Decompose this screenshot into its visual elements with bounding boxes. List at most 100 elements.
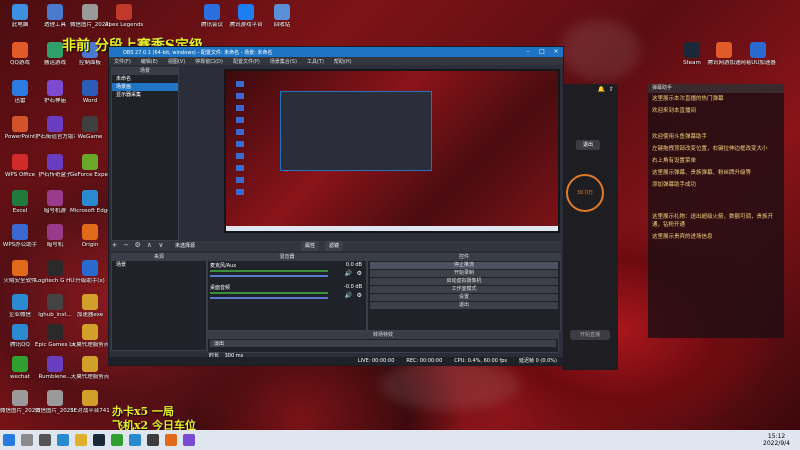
desktop-icon[interactable]: Rumblene... (35, 356, 75, 381)
desktop-icon[interactable]: 天翼代理服务点 (70, 356, 110, 381)
desktop-icon[interactable]: 微信图片_2022081... (0, 390, 40, 415)
desktop-icon[interactable]: 火绒安全软件 (0, 260, 40, 285)
menu-item[interactable]: 场景集合(S) (265, 58, 302, 65)
desktop-icon[interactable]: 迅雷 (0, 80, 40, 105)
danmaku-message: 左键拖拽顶部改变位置，右键拉伸边框改变大小 (652, 146, 768, 152)
start-icon[interactable] (3, 434, 15, 446)
transition-select[interactable]: 淡出 (210, 340, 556, 347)
move-up-icon[interactable]: ∧ (146, 242, 153, 249)
desktop-icon[interactable]: PowerPoint (0, 116, 40, 141)
desktop-icon[interactable]: 护石传奇盒子 (35, 154, 75, 179)
search-icon[interactable] (21, 434, 33, 446)
start-live-button[interactable]: 开始直播 (570, 330, 610, 340)
desktop-icon[interactable]: GeForce Experience (70, 154, 110, 179)
desktop-icon[interactable]: 网易UU加速器 (738, 42, 778, 67)
menu-item[interactable]: 文件(F) (109, 58, 136, 65)
desktop-icon[interactable]: 透理工具 (35, 4, 75, 29)
desktop-icon[interactable]: 此电脑 (0, 4, 40, 29)
app-icon (238, 4, 254, 20)
desktop-icon[interactable]: 护石街道官方版本 (35, 116, 75, 141)
qq-icon[interactable] (129, 434, 141, 446)
desktop-icon[interactable]: 腾讯QQ (0, 324, 40, 349)
desktop-icon[interactable]: WPS Office (0, 154, 40, 179)
menu-item[interactable]: 编辑(E) (136, 58, 163, 65)
desktop-icon-label: 腾讯游戏平台 (229, 22, 263, 28)
scene-item[interactable]: 场景画 (112, 83, 178, 91)
desktop-icon[interactable]: 企业微信 (0, 294, 40, 319)
properties-button[interactable]: 属性 (301, 241, 320, 251)
desktop-icon[interactable]: WPS办公助手 (0, 224, 40, 249)
desktop-icon[interactable]: 升级助手(x) (70, 260, 110, 285)
task-view-icon[interactable] (39, 434, 51, 446)
exit-button[interactable]: 退出 (576, 140, 600, 150)
app-icon[interactable] (183, 434, 195, 446)
remove-icon[interactable]: − (123, 242, 130, 249)
douyu-icon[interactable] (165, 434, 177, 446)
source-item[interactable]: 场景 (112, 261, 206, 269)
control-button[interactable]: 设置 (370, 294, 558, 301)
preview-canvas[interactable] (226, 71, 558, 231)
volume-slider[interactable] (210, 297, 328, 299)
clock[interactable]: 15:12 2022/9/4 (763, 433, 790, 447)
desktop-icon[interactable]: lghub_inst... (35, 294, 75, 319)
wechat-icon[interactable] (111, 434, 123, 446)
desktop-icon[interactable]: 暗号机 (35, 224, 75, 249)
speaker-icon[interactable]: 🔊 (345, 292, 352, 299)
maximize-icon[interactable]: □ (535, 47, 549, 57)
desktop-icon[interactable]: WeGame (70, 116, 110, 141)
obs-window: OBS 27.0.1 (64-bit, windows) - 配置文件: 未命名… (108, 46, 564, 366)
add-icon[interactable]: + (111, 242, 118, 249)
menu-item[interactable]: 视图(V) (163, 58, 190, 65)
control-button[interactable]: 停止推流 (370, 262, 558, 269)
app-icon (47, 80, 63, 96)
preview-nested-obs-window (280, 91, 432, 171)
speaker-icon[interactable]: 🔊 (345, 270, 352, 277)
control-button[interactable]: 启动虚拟摄像机 (370, 278, 558, 285)
desktop-icon[interactable]: Logitech G HUB (35, 260, 75, 285)
minimize-icon[interactable]: – (521, 47, 535, 57)
desktop: 此电脑透理工具微信图片_2022072...Apex Legends腾讯会议腾讯… (0, 0, 800, 430)
desktop-icon[interactable]: 微信图片_2022083... (35, 390, 75, 415)
menu-item[interactable]: 工具(T) (302, 58, 329, 65)
desktop-icon[interactable]: Apex Legends (104, 4, 144, 29)
scene-item[interactable]: 未命名 (112, 75, 178, 83)
control-button[interactable]: 退出 (370, 302, 558, 309)
app-icon (82, 224, 98, 240)
desktop-icon[interactable]: Origin (70, 224, 110, 249)
desktop-icon[interactable]: 回收站 (262, 4, 302, 29)
desktop-icon[interactable]: Word (70, 80, 110, 105)
desktop-icon[interactable]: 腾讯游戏平台 (226, 4, 266, 29)
obs-taskbar-icon[interactable] (147, 434, 159, 446)
desktop-icon[interactable]: 护石神庙 (35, 80, 75, 105)
share-icon[interactable]: ⇧ (609, 86, 614, 96)
app-icon (12, 224, 28, 240)
volume-slider[interactable] (210, 275, 328, 277)
gear-icon[interactable]: ⚙ (357, 270, 362, 277)
filters-button[interactable]: 滤镜 (325, 241, 344, 251)
desktop-icon[interactable]: 暗号机游 (35, 190, 75, 215)
bell-icon[interactable]: 🔔 (597, 86, 604, 96)
close-icon[interactable]: × (549, 47, 563, 57)
file-explorer-icon[interactable] (75, 434, 87, 446)
mixer-channel-db: 0.0 dB (345, 262, 362, 268)
steam-icon[interactable] (93, 434, 105, 446)
gear-icon[interactable]: ⚙ (357, 292, 362, 299)
desktop-icon[interactable]: 5E对战平台741 (70, 390, 110, 415)
control-button[interactable]: 工作室模式 (370, 286, 558, 293)
scene-item[interactable]: 显示器采集 (112, 91, 178, 99)
edge-icon[interactable] (57, 434, 69, 446)
menu-item[interactable]: 帮助(H) (329, 58, 357, 65)
desktop-icon[interactable]: Epic Games Launcher (35, 324, 75, 349)
desktop-icon[interactable]: 天翼代理服务点 (70, 324, 110, 349)
gear-icon[interactable]: ⚙ (134, 242, 141, 249)
menu-item[interactable]: 停靠窗口(D) (190, 58, 228, 65)
desktop-icon[interactable]: Excel (0, 190, 40, 215)
menu-item[interactable]: 配置文件(P) (228, 58, 265, 65)
desktop-icon[interactable]: wechat (0, 356, 40, 381)
app-icon (47, 42, 63, 58)
control-button[interactable]: 开始录制 (370, 270, 558, 277)
desktop-icon[interactable]: QQ游戏 (0, 42, 40, 67)
move-down-icon[interactable]: ∨ (157, 242, 164, 249)
desktop-icon[interactable]: Microsoft Edge (70, 190, 110, 215)
desktop-icon[interactable]: 加速器exe (70, 294, 110, 319)
